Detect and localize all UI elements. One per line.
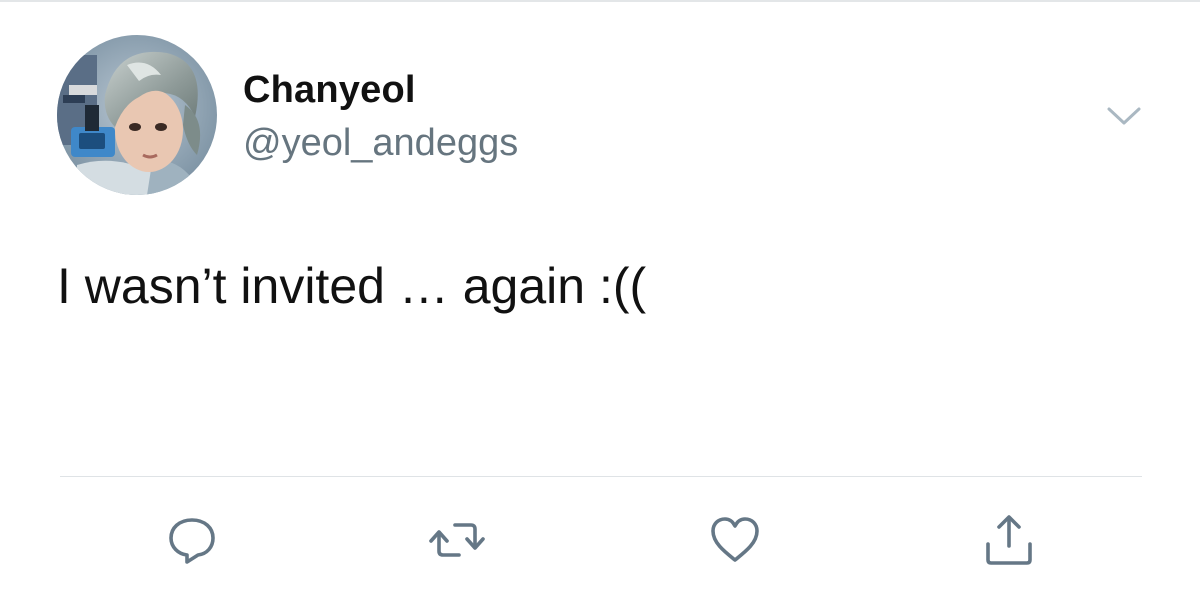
speech-bubble-icon: [169, 518, 215, 564]
reply-button[interactable]: [162, 510, 222, 570]
avatar[interactable]: [57, 35, 217, 195]
author-display-name[interactable]: Chanyeol: [243, 68, 416, 112]
retweet-arrows-icon: [429, 523, 485, 557]
share-upload-icon: [986, 515, 1032, 565]
divider: [60, 476, 1142, 477]
author-handle[interactable]: @yeol_andeggs: [243, 121, 518, 165]
heart-icon: [711, 517, 759, 562]
like-button[interactable]: [705, 510, 765, 570]
tweet-text: I wasn’t invited … again :((: [57, 258, 647, 314]
retweet-button[interactable]: [427, 510, 487, 570]
chevron-down-icon[interactable]: [1104, 100, 1144, 130]
share-button[interactable]: [979, 510, 1039, 570]
top-border: [0, 0, 1200, 2]
avatar-photo: [57, 35, 217, 195]
